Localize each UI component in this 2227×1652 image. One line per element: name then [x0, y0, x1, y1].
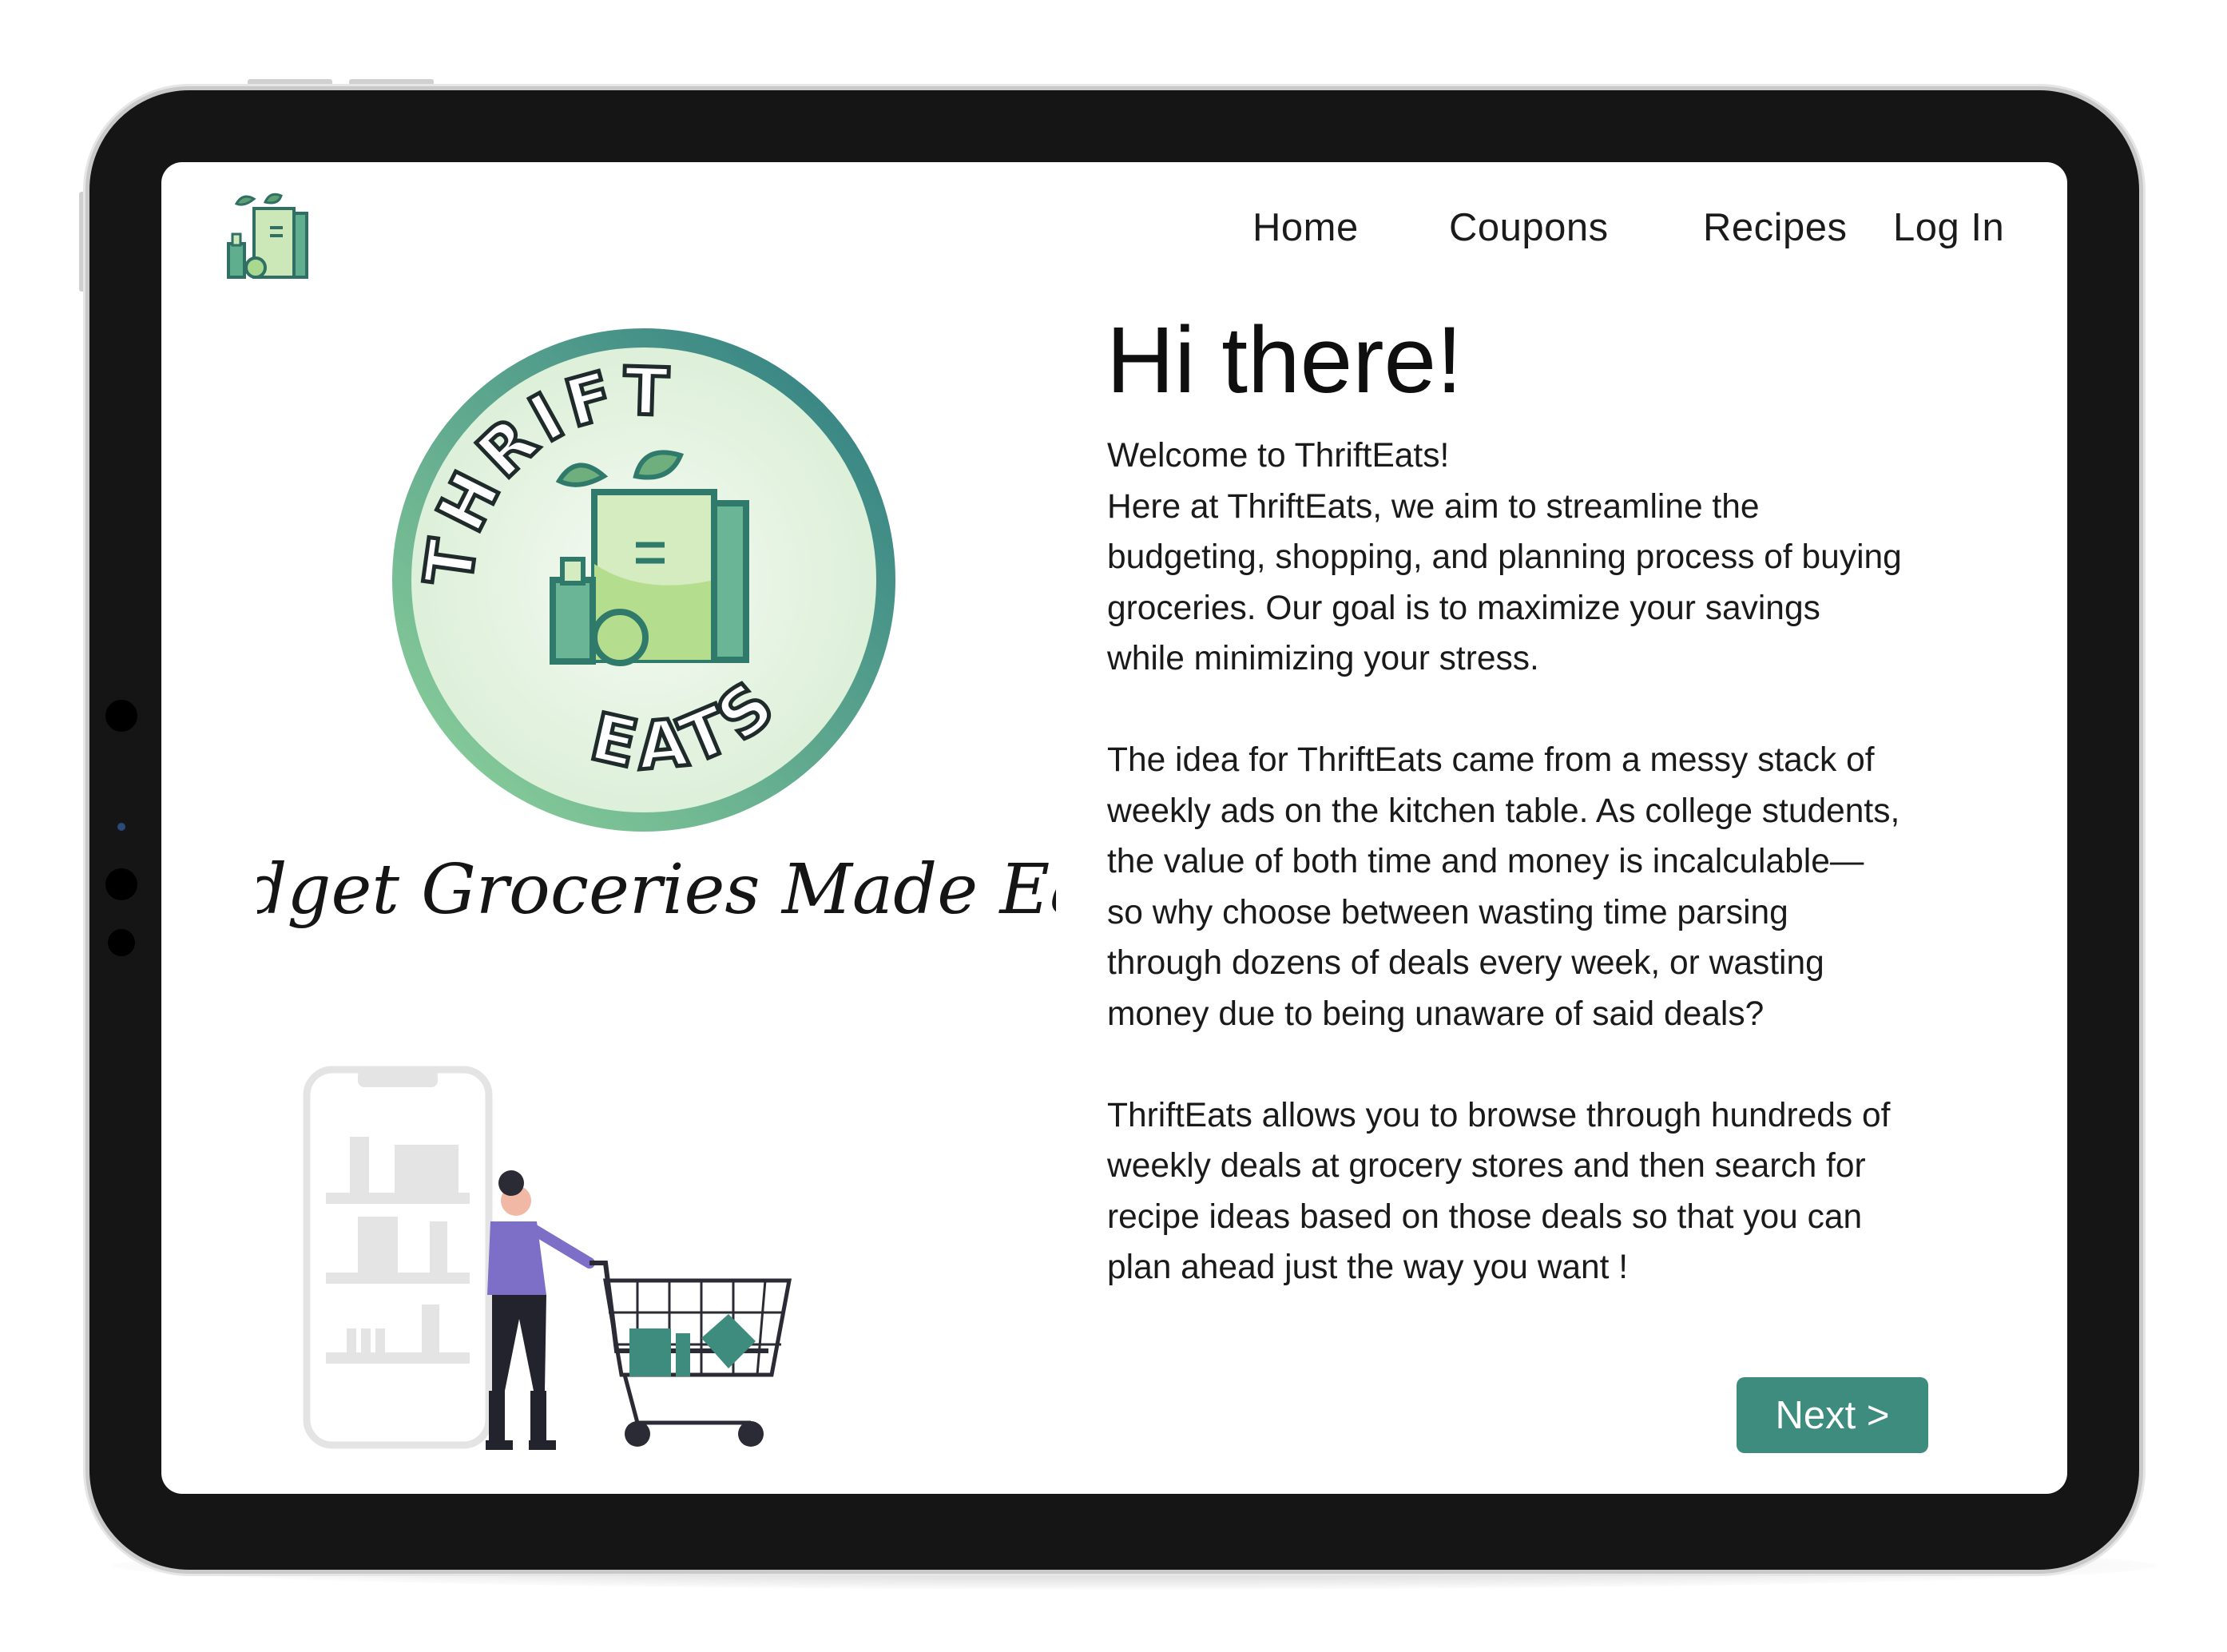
bezel-sensor [105, 700, 137, 732]
nav-recipes-link[interactable]: Recipes [1703, 205, 1848, 250]
tagline-text: Budget Groceries Made Easy [257, 850, 1056, 930]
bezel-sensor [105, 868, 137, 900]
brand-tagline: Budget Groceries Made Easy [257, 850, 1056, 930]
power-button [79, 192, 85, 292]
page: Home Coupons Recipes Log In THRIFT EATS [0, 0, 2227, 1652]
app-screen: Home Coupons Recipes Log In THRIFT EATS [161, 162, 2067, 1494]
nav-coupons-link[interactable]: Coupons [1449, 205, 1609, 250]
intro-paragraph: Welcome to ThriftEats! Here at ThriftEat… [1107, 437, 1902, 677]
page-title: Hi there! [1106, 308, 1463, 413]
next-button[interactable]: Next > [1737, 1377, 1928, 1453]
camera-dot [117, 823, 125, 831]
volume-button [248, 79, 332, 85]
volume-button [349, 79, 434, 85]
features-paragraph: ThriftEats allows you to browse through … [1107, 1096, 1891, 1287]
bezel-sensor [108, 929, 135, 956]
idea-paragraph: The idea for ThriftEats came from a mess… [1107, 741, 1900, 1033]
thrifteats-logo-icon[interactable] [224, 191, 312, 287]
thrifteats-badge-logo: THRIFT EATS [392, 328, 895, 832]
nav-login-link[interactable]: Log In [1893, 205, 2004, 250]
nav-home-link[interactable]: Home [1252, 205, 1359, 250]
shopping-illustration [303, 1066, 792, 1450]
welcome-text: Welcome to ThriftEats! Here at ThriftEat… [1107, 431, 1906, 1344]
